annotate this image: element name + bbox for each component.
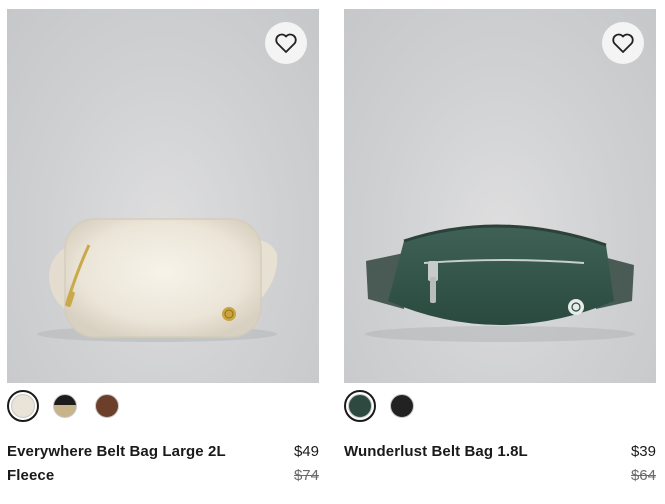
price-block: $39 $64 xyxy=(631,440,656,488)
swatch-brown[interactable] xyxy=(91,390,123,422)
heart-outline-icon xyxy=(612,33,634,53)
product-info: Wunderlust Belt Bag 1.8L $39 $64 xyxy=(344,440,656,484)
swatch-black[interactable] xyxy=(386,390,418,422)
original-price: $74 xyxy=(293,467,319,484)
swatch-dark-green[interactable] xyxy=(344,390,376,422)
wishlist-button[interactable] xyxy=(602,22,644,64)
swatch-black-tan[interactable] xyxy=(49,390,81,422)
product-grid: Everywhere Belt Bag Large 2L Fleece $49 … xyxy=(0,0,665,504)
product-card: Everywhere Belt Bag Large 2L Fleece $49 … xyxy=(7,9,319,488)
sale-price: $39 xyxy=(630,443,656,460)
wishlist-button[interactable] xyxy=(265,22,307,64)
product-name[interactable]: Everywhere Belt Bag Large 2L Fleece xyxy=(7,440,247,488)
color-swatches xyxy=(344,390,656,422)
product-image-link[interactable] xyxy=(344,9,656,383)
product-image-link[interactable] xyxy=(7,9,319,383)
product-name[interactable]: Wunderlust Belt Bag 1.8L xyxy=(344,440,584,464)
heart-outline-icon xyxy=(275,33,297,53)
original-price: $64 xyxy=(630,467,656,484)
product-image-fleece-belt-bag xyxy=(37,218,278,342)
sale-price: $49 xyxy=(293,443,319,460)
price-block: $49 $74 xyxy=(294,440,319,488)
swatch-white-fleece[interactable] xyxy=(7,390,39,422)
product-image-wunderlust-belt-bag xyxy=(365,224,635,342)
product-info: Everywhere Belt Bag Large 2L Fleece $49 … xyxy=(7,440,319,488)
product-card: Wunderlust Belt Bag 1.8L $39 $64 xyxy=(344,9,656,484)
color-swatches xyxy=(7,390,319,422)
